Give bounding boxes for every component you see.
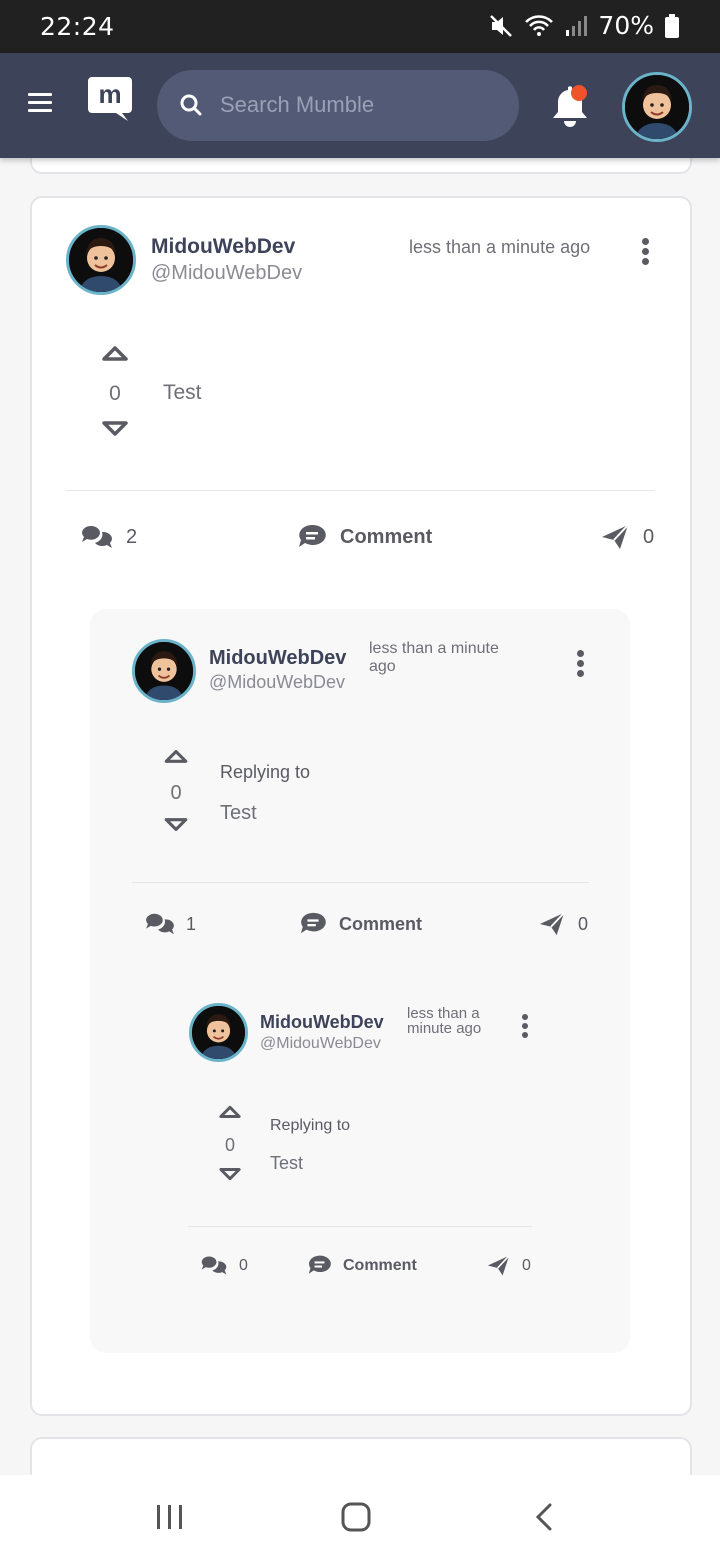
reply-comment-button[interactable]: Comment xyxy=(299,911,422,937)
nested-reply-more-options-icon[interactable] xyxy=(522,1014,530,1041)
nested-replying-to-label: Replying to xyxy=(270,1117,351,1134)
post-content: Test xyxy=(163,381,202,404)
post-vote-count: 0 xyxy=(109,382,121,405)
post-share-count: 0 xyxy=(643,525,655,548)
back-icon[interactable] xyxy=(533,1502,555,1532)
search-icon xyxy=(180,94,202,116)
mute-icon xyxy=(490,14,513,37)
app-header: m Search Mumble xyxy=(0,53,720,158)
post-more-options-icon[interactable] xyxy=(642,238,650,268)
nested-reply-author-avatar[interactable] xyxy=(189,1003,248,1062)
post-divider xyxy=(66,490,655,491)
comments-icon xyxy=(201,1256,227,1275)
reply-divider xyxy=(132,882,589,883)
send-icon xyxy=(487,1255,510,1276)
nested-reply-handle[interactable]: @MidouWebDev xyxy=(260,1035,381,1053)
downvote-icon[interactable] xyxy=(218,1167,242,1182)
comment-bubble-icon xyxy=(300,912,326,934)
user-avatar[interactable] xyxy=(622,72,692,142)
post-comment-label: Comment xyxy=(340,525,433,548)
avatar-face-icon xyxy=(69,228,133,292)
mumble-logo[interactable]: m xyxy=(88,73,132,123)
svg-text:m: m xyxy=(98,79,121,109)
send-icon xyxy=(602,524,629,549)
reply-author-avatar[interactable] xyxy=(132,639,196,703)
signal-icon xyxy=(566,15,588,36)
battery-percent: 70% xyxy=(598,11,654,40)
upvote-icon[interactable] xyxy=(218,1104,242,1119)
avatar-face-icon xyxy=(135,642,193,700)
reply-share-count: 0 xyxy=(578,913,589,934)
battery-icon xyxy=(665,13,679,38)
post-username[interactable]: MidouWebDev xyxy=(151,235,295,259)
nested-reply-username[interactable]: MidouWebDev xyxy=(260,1012,384,1033)
home-icon[interactable] xyxy=(341,1502,371,1532)
nested-reply-share-button[interactable]: 0 xyxy=(486,1254,531,1277)
notification-bell-icon[interactable] xyxy=(548,83,592,129)
avatar-face-icon xyxy=(625,75,689,139)
post-timestamp: less than a minute ago xyxy=(409,237,591,257)
comments-icon xyxy=(146,913,174,935)
nested-reply-timestamp-line2: minute ago xyxy=(407,1020,482,1037)
downvote-icon[interactable] xyxy=(101,420,129,438)
avatar-face-icon xyxy=(192,1006,245,1059)
post-comments-count[interactable]: 2 xyxy=(80,523,137,551)
wifi-icon xyxy=(525,14,554,36)
upvote-icon[interactable] xyxy=(101,344,129,362)
comment-bubble-icon xyxy=(308,1255,331,1274)
comment-bubble-icon xyxy=(299,524,326,547)
search-bar[interactable]: Search Mumble xyxy=(157,70,519,141)
nested-reply-comments-count[interactable]: 0 xyxy=(200,1254,248,1277)
send-icon xyxy=(539,912,565,936)
reply-share-button[interactable]: 0 xyxy=(538,911,588,937)
nested-reply-divider xyxy=(188,1226,532,1227)
reply-timestamp-line1: less than a minute xyxy=(369,640,499,657)
reply-content: Test xyxy=(220,802,257,824)
menu-icon[interactable] xyxy=(28,93,52,113)
upvote-icon[interactable] xyxy=(163,748,189,764)
nested-reply-comments-number: 0 xyxy=(239,1256,248,1274)
status-time: 22:24 xyxy=(40,12,115,41)
status-bar: 22:24 70% xyxy=(0,0,720,53)
reply-comment-label: Comment xyxy=(339,913,423,934)
search-input[interactable]: Search Mumble xyxy=(220,92,374,118)
nested-reply-share-count: 0 xyxy=(522,1256,531,1274)
post-share-button[interactable]: 0 xyxy=(600,523,654,551)
replying-to-label: Replying to xyxy=(220,762,311,782)
post-comment-button[interactable]: Comment xyxy=(297,523,432,551)
reply-handle[interactable]: @MidouWebDev xyxy=(209,672,345,693)
reply-timestamp-line2: ago xyxy=(369,658,396,675)
recent-apps-icon[interactable] xyxy=(155,1503,185,1531)
post-author-avatar[interactable] xyxy=(66,225,136,295)
comments-icon xyxy=(82,526,113,548)
reply-comments-number: 1 xyxy=(186,913,197,934)
replies-container xyxy=(90,609,630,1353)
nested-reply-comment-button[interactable]: Comment xyxy=(307,1254,417,1277)
reply-username[interactable]: MidouWebDev xyxy=(209,647,346,670)
nested-reply-vote-count: 0 xyxy=(224,1135,235,1155)
nested-reply-timestamp-line1: less than a xyxy=(407,1005,480,1022)
status-icons: 70% xyxy=(488,11,680,40)
post-comments-number: 2 xyxy=(126,525,138,548)
post-handle[interactable]: @MidouWebDev xyxy=(151,262,302,285)
reply-vote-count: 0 xyxy=(170,782,182,804)
nested-reply-comment-label: Comment xyxy=(343,1256,417,1274)
reply-comments-count[interactable]: 1 xyxy=(144,911,196,937)
downvote-icon[interactable] xyxy=(163,817,189,833)
nested-reply-content: Test xyxy=(270,1153,304,1173)
system-navigation-bar xyxy=(0,1475,720,1560)
reply-more-options-icon[interactable] xyxy=(577,650,585,680)
